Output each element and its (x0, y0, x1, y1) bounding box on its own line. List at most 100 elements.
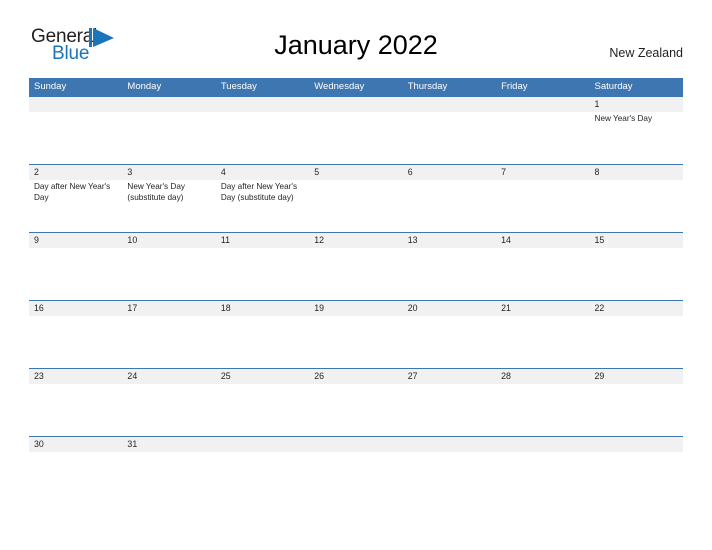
week-row: 9 10 11 12 13 14 15 (29, 232, 683, 300)
page-header: General Blue January 2022 New Zealand (0, 0, 712, 63)
week-notes-band: Day after New Year's Day New Year's Day … (29, 180, 683, 232)
day-note (496, 384, 589, 436)
day-number[interactable] (309, 97, 402, 112)
day-note (122, 112, 215, 164)
week-notes-band (29, 248, 683, 300)
day-number[interactable]: 25 (216, 369, 309, 384)
day-number[interactable] (403, 437, 496, 452)
weekday-header-thursday: Thursday (407, 81, 448, 92)
day-number[interactable]: 1 (590, 97, 683, 112)
day-note (309, 316, 402, 368)
day-number[interactable]: 9 (29, 233, 122, 248)
day-number[interactable]: 18 (216, 301, 309, 316)
week-row: 23 24 25 26 27 28 29 (29, 368, 683, 436)
week-date-band: 30 31 (29, 437, 683, 452)
day-number[interactable] (590, 437, 683, 452)
day-note (496, 452, 589, 504)
day-number[interactable]: 6 (403, 165, 496, 180)
day-number[interactable]: 19 (309, 301, 402, 316)
day-number[interactable]: 21 (496, 301, 589, 316)
day-number[interactable]: 10 (122, 233, 215, 248)
day-note: Day after New Year's Day (substitute day… (220, 182, 298, 202)
day-number[interactable] (496, 97, 589, 112)
weekday-header-sunday: Sunday (34, 81, 67, 92)
day-number[interactable]: 15 (590, 233, 683, 248)
week-notes-band: New Year's Day (29, 112, 683, 164)
day-number[interactable]: 23 (29, 369, 122, 384)
day-note (122, 384, 215, 436)
day-note (590, 180, 683, 232)
week-row: 1 New Year's Day (29, 96, 683, 164)
week-notes-band (29, 316, 683, 368)
week-date-band: 2 3 4 5 6 7 8 (29, 165, 683, 180)
day-number[interactable]: 31 (122, 437, 215, 452)
day-note (216, 384, 309, 436)
day-note (216, 112, 309, 164)
week-date-band: 16 17 18 19 20 21 22 (29, 301, 683, 316)
day-note (29, 384, 122, 436)
day-note (403, 316, 496, 368)
day-note (403, 452, 496, 504)
day-number[interactable]: 12 (309, 233, 402, 248)
day-number[interactable]: 26 (309, 369, 402, 384)
week-date-band: 23 24 25 26 27 28 29 (29, 369, 683, 384)
day-note (403, 180, 496, 232)
day-note (496, 316, 589, 368)
day-number[interactable]: 3 (122, 165, 215, 180)
weekday-header-monday: Monday (127, 81, 162, 92)
week-row: 30 31 (29, 436, 683, 504)
day-note (496, 248, 589, 300)
day-number[interactable]: 11 (216, 233, 309, 248)
day-note (122, 248, 215, 300)
day-note (403, 384, 496, 436)
day-note: New Year's Day (594, 114, 653, 123)
day-number[interactable]: 24 (122, 369, 215, 384)
day-number[interactable]: 29 (590, 369, 683, 384)
day-number[interactable]: 8 (590, 165, 683, 180)
day-note (216, 452, 309, 504)
weekday-header-saturday: Saturday (594, 81, 633, 92)
day-number[interactable]: 16 (29, 301, 122, 316)
day-number[interactable] (403, 97, 496, 112)
day-number[interactable]: 2 (29, 165, 122, 180)
day-note (29, 112, 122, 164)
page-title: January 2022 (274, 30, 438, 60)
day-number[interactable] (122, 97, 215, 112)
day-note (29, 452, 122, 504)
day-number[interactable] (496, 437, 589, 452)
day-note (590, 316, 683, 368)
day-note (122, 452, 215, 504)
day-note (590, 384, 683, 436)
day-number[interactable] (309, 437, 402, 452)
week-row: 16 17 18 19 20 21 22 (29, 300, 683, 368)
day-number[interactable]: 22 (590, 301, 683, 316)
day-number[interactable]: 17 (122, 301, 215, 316)
day-number[interactable]: 20 (403, 301, 496, 316)
day-number[interactable] (216, 97, 309, 112)
week-notes-band (29, 384, 683, 436)
day-number[interactable]: 30 (29, 437, 122, 452)
day-number[interactable] (216, 437, 309, 452)
day-note (590, 248, 683, 300)
day-note (29, 316, 122, 368)
day-number[interactable]: 13 (403, 233, 496, 248)
day-number[interactable]: 27 (403, 369, 496, 384)
day-note (122, 316, 215, 368)
weekday-header-row: Sunday Monday Tuesday Wednesday Thursday… (29, 78, 683, 96)
day-note (309, 452, 402, 504)
day-number[interactable]: 28 (496, 369, 589, 384)
day-number[interactable]: 5 (309, 165, 402, 180)
day-number[interactable]: 7 (496, 165, 589, 180)
day-note (216, 316, 309, 368)
week-notes-band (29, 452, 683, 504)
day-note (29, 248, 122, 300)
region-label: New Zealand (609, 46, 683, 60)
day-note (403, 112, 496, 164)
day-number[interactable]: 4 (216, 165, 309, 180)
day-note: Day after New Year's Day (34, 182, 111, 202)
day-number[interactable]: 14 (496, 233, 589, 248)
week-date-band: 1 (29, 97, 683, 112)
day-note (496, 112, 589, 164)
day-note (496, 180, 589, 232)
day-number[interactable] (29, 97, 122, 112)
